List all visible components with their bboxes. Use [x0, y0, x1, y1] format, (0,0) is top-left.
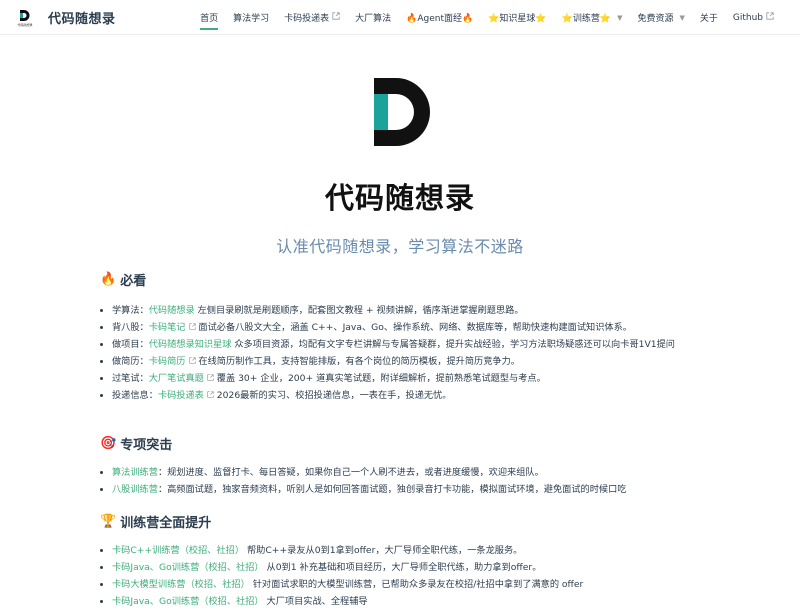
- item-text: 众多项目资源，均配有文字专栏讲解与专属答疑群，提升实战经验，学习方法职场疑惑还可…: [231, 339, 675, 350]
- item-text: 大厂项目实战、全程辅导: [263, 596, 368, 607]
- item-text: 左侧目录刷就是刷题顺序，配套图文教程 + 视频讲解，循序渐进掌握刷题思路。: [194, 305, 524, 316]
- link-label: 卡码简历: [148, 356, 186, 367]
- external-link-icon: [207, 370, 214, 387]
- section-heading-camps: 🏆 训练营全面提升: [100, 512, 211, 531]
- fire-icon: 🔥: [100, 272, 117, 287]
- list-item: 卡码Java、Go训练营（校招、社招） 从0到1 补充基础和项目经历，大厂导师全…: [112, 559, 702, 576]
- hero-logo: [372, 76, 430, 148]
- focus-list: 算法训练营：规划进度、监督打卡、每日答疑，如果你自己一个人刷不进去，或者进度缓慢…: [100, 464, 702, 498]
- external-link-icon: [207, 387, 214, 404]
- nav-item-training-camp[interactable]: ⭐训练营⭐ ▼: [561, 11, 623, 25]
- nav-item-knowledge-planet[interactable]: ⭐知识星球⭐: [488, 11, 546, 24]
- list-item: 做简历：卡码简历 在线简历制作工具，支持智能排版，有各个岗位的简历模板，提升简历…: [112, 353, 702, 370]
- item-link[interactable]: 卡码笔记: [149, 322, 196, 333]
- item-link[interactable]: 算法训练营: [112, 467, 158, 478]
- chevron-down-icon: ▼: [679, 13, 685, 22]
- item-text: 针对面试求职的大模型训练营，已帮助众多录友在校招/社招中拿到了满意的 offer: [249, 579, 584, 590]
- hero-description: 认准代码随想录，学习算法不迷路: [276, 237, 524, 256]
- trophy-icon: 🏆: [100, 514, 117, 529]
- item-text: 2026最新的实习、校招投递信息，一表在手，投递无忧。: [213, 390, 452, 401]
- item-link[interactable]: 卡码投递表: [158, 390, 214, 401]
- nav-label: 大厂算法: [355, 14, 392, 24]
- nav-item-algorithms[interactable]: 算法学习: [233, 11, 269, 24]
- brand-link[interactable]: 代码随想录 代码随想录: [16, 8, 116, 27]
- list-item: 八股训练营：高频面试题，独家音频资料，听别人是如何回答面试题，独创录音打卡功能，…: [112, 481, 702, 498]
- logo-caption: 代码随想录: [17, 22, 32, 27]
- external-link-icon: [188, 319, 196, 336]
- nav-label: ⭐训练营⭐: [561, 14, 612, 24]
- list-item: 学算法：代码随想录 左侧目录刷就是刷题顺序，配套图文教程 + 视频讲解，循序渐进…: [112, 302, 702, 319]
- item-prefix: 投递信息：: [112, 390, 158, 401]
- link-label: 大厂笔试真题: [148, 373, 204, 384]
- item-link[interactable]: 卡码Java、Go训练营（校招、社招）: [112, 562, 264, 573]
- nav-label: ⭐知识星球⭐: [488, 14, 547, 24]
- section-title: 必看: [120, 274, 147, 289]
- item-text: 面试必备八股文大全，涵盖 C++、Java、Go、操作系统、网络、数据库等，帮助…: [195, 322, 632, 333]
- chevron-down-icon: ▼: [617, 13, 623, 22]
- nav-item-agent-interview[interactable]: 🔥Agent面经🔥: [406, 11, 473, 24]
- item-prefix: 过笔试：: [112, 373, 149, 384]
- site-logo: 代码随想录: [16, 9, 34, 27]
- nav-item-big-tech[interactable]: 大厂算法: [355, 11, 391, 24]
- list-item: 卡码Java、Go训练营（校招、社招） 大厂项目实战、全程辅导: [112, 593, 702, 610]
- item-link[interactable]: 大厂笔试真题: [149, 373, 214, 384]
- external-link-icon: [766, 12, 774, 23]
- item-text: ：规划进度、监督打卡、每日答疑，如果你自己一个人刷不进去，或者进度缓慢，欢迎来组…: [157, 467, 544, 478]
- item-link[interactable]: 代码随想录知识星球: [149, 339, 232, 350]
- item-link[interactable]: 卡码简历: [149, 356, 196, 367]
- item-link[interactable]: 八股训练营: [112, 484, 158, 495]
- item-prefix: 学算法：: [112, 305, 149, 316]
- item-text: 覆盖 30+ 企业，200+ 道真实笔试题，附详细解析，提前熟悉笔试题型与考点。: [213, 373, 546, 384]
- list-item: 做项目：代码随想录知识星球 众多项目资源，均配有文字专栏讲解与专属答疑群，提升实…: [112, 336, 702, 353]
- item-prefix: 做项目：: [112, 339, 149, 350]
- nav-label: 首页: [200, 14, 219, 24]
- list-item: 卡码大模型训练营（校招、社招） 针对面试求职的大模型训练营，已帮助众多录友在校招…: [112, 576, 702, 593]
- nav-item-job-table[interactable]: 卡码投递表: [284, 11, 340, 24]
- nav-label: 卡码投递表: [284, 14, 330, 24]
- site-logo-icon: 代码随想录: [17, 9, 33, 27]
- section-title: 训练营全面提升: [120, 516, 212, 531]
- hero-title: 代码随想录: [324, 181, 475, 215]
- site-name: 代码随想录: [48, 12, 116, 27]
- hero-logo-icon: [374, 78, 430, 146]
- item-link[interactable]: 卡码C++训练营（校招、社招）: [112, 545, 244, 556]
- list-item: 算法训练营：规划进度、监督打卡、每日答疑，如果你自己一个人刷不进去，或者进度缓慢…: [112, 464, 702, 481]
- nav-item-free-resources[interactable]: 免费资源 ▼: [637, 11, 685, 25]
- item-text: 从0到1 补充基础和项目经历，大厂导师全职代练，助力拿到offer。: [263, 562, 542, 573]
- nav-label: Github: [732, 12, 763, 23]
- section-heading-must-read: 🔥 必看: [100, 270, 146, 289]
- top-navbar: 代码随想录 代码随想录 首页 算法学习 卡码投递表 大厂算法 🔥Agent面经🔥…: [0, 0, 800, 35]
- link-label: 卡码投递表: [157, 390, 204, 401]
- nav-item-home[interactable]: 首页: [200, 11, 219, 30]
- item-text: 在线简历制作工具，支持智能排版，有各个岗位的简历模板，提升简历竞争力。: [195, 356, 520, 367]
- item-link[interactable]: 代码随想录: [149, 305, 195, 316]
- nav-label: 🔥Agent面经🔥: [406, 14, 474, 24]
- item-text: ：高频面试题，独家音频资料，听别人是如何回答面试题，独创录音打卡功能，模拟面试环…: [157, 484, 627, 495]
- section-heading-focus: 🎯 专项突击: [100, 434, 172, 453]
- nav-item-github[interactable]: Github: [733, 12, 774, 23]
- nav-label: 免费资源: [637, 14, 674, 24]
- nav-label: 关于: [699, 14, 718, 24]
- item-prefix: 背八股：: [112, 322, 149, 333]
- nav-item-about[interactable]: 关于: [700, 11, 718, 24]
- nav-links: 首页 算法学习 卡码投递表 大厂算法 🔥Agent面经🔥 ⭐知识星球⭐ ⭐训练营…: [185, 11, 774, 30]
- link-label: 卡码笔记: [148, 322, 186, 333]
- must-read-list: 学算法：代码随想录 左侧目录刷就是刷题顺序，配套图文教程 + 视频讲解，循序渐进…: [100, 302, 702, 404]
- target-icon: 🎯: [100, 436, 117, 451]
- list-item: 背八股：卡码笔记 面试必备八股文大全，涵盖 C++、Java、Go、操作系统、网…: [112, 319, 702, 336]
- nav-label: 算法学习: [233, 14, 270, 24]
- external-link-icon: [332, 12, 340, 23]
- list-item: 卡码C++训练营（校招、社招） 帮助C++录友从0到1拿到offer，大厂导师全…: [112, 542, 702, 559]
- item-link[interactable]: 卡码Java、Go训练营（校招、社招）: [112, 596, 264, 607]
- section-title: 专项突击: [120, 438, 173, 453]
- external-link-icon: [188, 353, 196, 370]
- item-text: 帮助C++录友从0到1拿到offer，大厂导师全职代练，一条龙服务。: [244, 545, 523, 556]
- item-link[interactable]: 卡码大模型训练营（校招、社招）: [112, 579, 250, 590]
- item-prefix: 做简历：: [112, 356, 149, 367]
- list-item: 过笔试：大厂笔试真题 覆盖 30+ 企业，200+ 道真实笔试题，附详细解析，提…: [112, 370, 702, 387]
- list-item: 投递信息：卡码投递表 2026最新的实习、校招投递信息，一表在手，投递无忧。: [112, 387, 702, 404]
